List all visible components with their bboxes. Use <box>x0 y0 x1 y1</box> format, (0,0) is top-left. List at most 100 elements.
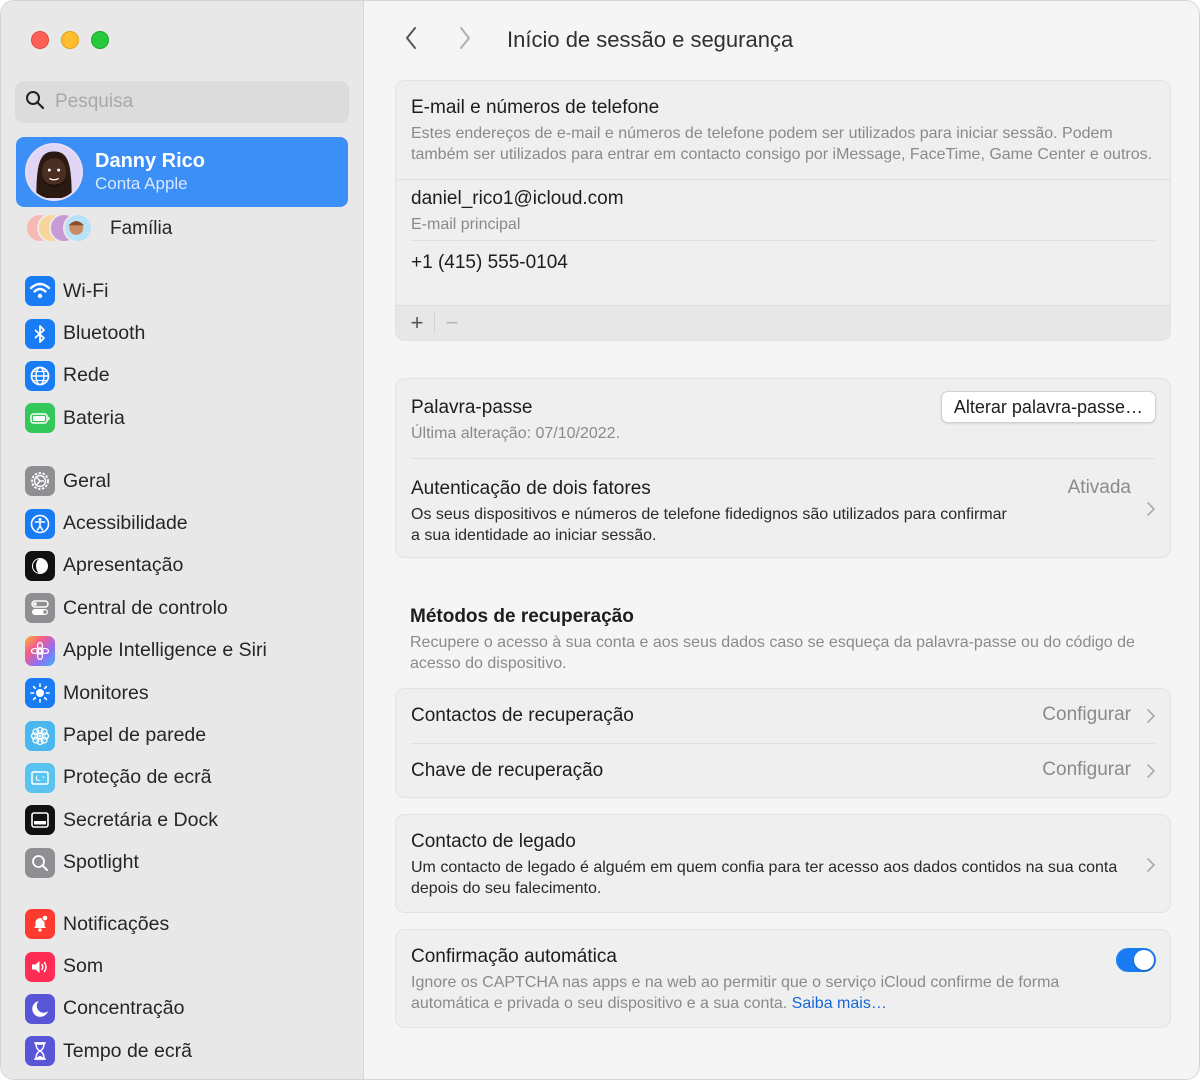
sidebar-item-label: Concentração <box>63 997 185 1020</box>
search-icon <box>25 90 45 115</box>
family-avatars-icon <box>25 213 97 245</box>
sidebar-item-label: Rede <box>63 364 110 387</box>
window-controls <box>31 31 109 49</box>
settings-window: Danny Rico Conta Apple Família Wi-Fi <box>0 0 1200 1080</box>
password-last-changed: Última alteração: 07/10/2022. <box>411 425 621 442</box>
chevron-right-icon <box>1146 501 1156 517</box>
sidebar-group-focus: Notificações Som Concentração Tempo de e… <box>25 903 355 1073</box>
auto-verify-toggle[interactable] <box>1116 948 1156 972</box>
bell-icon <box>25 909 55 940</box>
chevron-right-icon <box>457 25 473 56</box>
account-subtitle: Conta Apple <box>95 174 188 193</box>
change-password-button[interactable]: Alterar palavra-passe… <box>940 391 1156 423</box>
email-entry[interactable]: daniel_rico1@icloud.com E-mail principal <box>396 180 1170 240</box>
control-center-icon <box>25 593 55 624</box>
globe-icon <box>25 360 55 391</box>
chevron-right-icon <box>1146 763 1156 779</box>
sidebar-item-desktop-dock[interactable]: Secretária e Dock <box>25 799 355 841</box>
auto-verify-description: Ignore os CAPTCHA nas apps e na web ao p… <box>411 972 1101 1014</box>
chevron-right-icon <box>1146 857 1156 873</box>
auto-verify-text: Ignore os CAPTCHA nas apps e na web ao p… <box>411 974 1060 1012</box>
chevron-right-icon <box>1146 708 1156 724</box>
recovery-contacts-value: Configurar <box>1042 704 1131 725</box>
toggle-knob <box>1134 950 1154 970</box>
accessibility-icon <box>25 508 55 539</box>
phone-entry[interactable]: +1 (415) 555-0104 <box>396 241 1170 305</box>
sidebar-item-wifi[interactable]: Wi-Fi <box>25 270 355 312</box>
legacy-description: Um contacto de legado é alguém em quem c… <box>411 859 1118 897</box>
two-factor-status: Ativada <box>1067 477 1131 498</box>
learn-more-link[interactable]: Saiba mais… <box>792 995 887 1012</box>
recovery-card: Contactos de recuperação Configurar Chav… <box>395 688 1171 798</box>
screensaver-icon <box>25 762 55 793</box>
two-factor-title: Autenticação de dois fatores <box>411 478 651 499</box>
sidebar-item-siri[interactable]: Apple Intelligence e Siri <box>25 630 355 672</box>
sidebar-item-sound[interactable]: Som <box>25 945 355 987</box>
sidebar-item-network[interactable]: Rede <box>25 355 355 397</box>
bluetooth-icon <box>25 318 55 349</box>
search-field[interactable] <box>15 81 349 123</box>
sidebar-group-connectivity: Wi-Fi Bluetooth Rede Bateria <box>25 270 355 440</box>
list-toolbar: + − <box>396 305 1170 340</box>
dock-icon <box>25 805 55 836</box>
sidebar-item-bluetooth[interactable]: Bluetooth <box>25 312 355 354</box>
two-factor-description: Os seus dispositivos e números de telefo… <box>411 506 1007 544</box>
sidebar-item-screensaver[interactable]: Proteção de ecrã <box>25 757 355 799</box>
sidebar-item-label: Spotlight <box>63 851 139 874</box>
hourglass-icon <box>25 1036 55 1067</box>
sidebar-item-label: Notificações <box>63 912 170 935</box>
legacy-contact-card[interactable]: Contacto de legado Um contacto de legado… <box>395 814 1171 913</box>
sidebar-item-focus[interactable]: Concentração <box>25 988 355 1030</box>
sidebar-item-label: Tempo de ecrã <box>63 1039 192 1062</box>
password-card: Palavra-passe Última alteração: 07/10/20… <box>395 378 1171 558</box>
sidebar-item-accessibility[interactable]: Acessibilidade <box>25 502 355 544</box>
sidebar-item-general[interactable]: Geral <box>25 460 355 502</box>
sidebar-item-control-center[interactable]: Central de controlo <box>25 587 355 629</box>
sidebar-item-label: Monitores <box>63 681 149 704</box>
battery-icon <box>25 403 55 434</box>
two-factor-row[interactable]: Autenticação de dois fatores Os seus dis… <box>396 459 1170 557</box>
maximize-window-button[interactable] <box>91 31 109 49</box>
sidebar-item-family[interactable]: Família <box>25 211 172 247</box>
memoji-avatar <box>25 143 83 201</box>
recovery-key-row[interactable]: Chave de recuperação Configurar <box>396 744 1170 797</box>
forward-button[interactable] <box>447 22 483 58</box>
main-pane: Início de sessão e segurança E-mail e nú… <box>365 1 1199 1079</box>
remove-button[interactable]: − <box>439 310 465 336</box>
sidebar-group-system: Geral Acessibilidade Apresentação Centra… <box>25 460 355 884</box>
speaker-icon <box>25 951 55 982</box>
sidebar-item-label: Geral <box>63 469 111 492</box>
sidebar-item-wallpaper[interactable]: Papel de parede <box>25 714 355 756</box>
sidebar-item-spotlight[interactable]: Spotlight <box>25 842 355 884</box>
sidebar-item-label: Bluetooth <box>63 322 146 345</box>
sidebar-item-label: Apple Intelligence e Siri <box>63 639 267 662</box>
sidebar-item-battery[interactable]: Bateria <box>25 397 355 439</box>
sidebar-item-label: Central de controlo <box>63 596 228 619</box>
sidebar-item-displays[interactable]: Monitores <box>25 672 355 714</box>
recovery-contacts-row[interactable]: Contactos de recuperação Configurar <box>396 689 1170 743</box>
spotlight-icon <box>25 847 55 878</box>
search-input[interactable] <box>55 91 315 113</box>
sidebar-item-label: Proteção de ecrã <box>63 766 212 789</box>
section-title: E-mail e números de telefone <box>411 97 660 118</box>
back-button[interactable] <box>393 22 429 58</box>
close-window-button[interactable] <box>31 31 49 49</box>
sidebar-item-label: Secretária e Dock <box>63 808 218 831</box>
minimize-window-button[interactable] <box>61 31 79 49</box>
page-title: Início de sessão e segurança <box>507 27 794 52</box>
sidebar-item-screen-time[interactable]: Tempo de ecrã <box>25 1030 355 1072</box>
sidebar-item-label: Apresentação <box>63 554 184 577</box>
add-button[interactable]: + <box>404 310 430 336</box>
recovery-description: Recupere o acesso à sua conta e aos seus… <box>410 634 1135 672</box>
sidebar-item-notifications[interactable]: Notificações <box>25 903 355 945</box>
sidebar-item-label: Wi-Fi <box>63 279 109 302</box>
section-description: Estes endereços de e-mail e números de t… <box>411 125 1153 163</box>
phone-number: +1 (415) 555-0104 <box>411 252 568 273</box>
gear-icon <box>25 466 55 497</box>
recovery-heading: Métodos de recuperação <box>410 606 634 627</box>
auto-verification-card: Confirmação automática Ignore os CAPTCHA… <box>395 929 1171 1028</box>
sun-icon <box>25 678 55 709</box>
sidebar-item-apple-account[interactable]: Danny Rico Conta Apple <box>16 137 348 207</box>
wifi-icon <box>25 276 55 307</box>
sidebar-item-appearance[interactable]: Apresentação <box>25 545 355 587</box>
